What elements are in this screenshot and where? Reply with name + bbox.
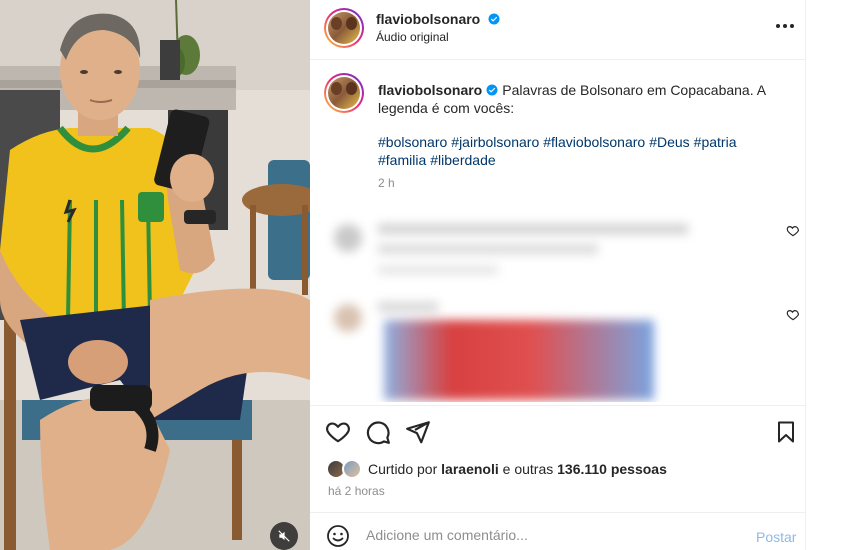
share-icon xyxy=(406,421,430,444)
post-comment-button[interactable]: Postar xyxy=(756,529,796,545)
bookmark-icon xyxy=(778,421,794,443)
post-actions-bar xyxy=(310,410,806,454)
heart-icon xyxy=(326,422,350,443)
comment-like-heart-icon[interactable] xyxy=(786,308,800,322)
hashtag-list: #bolsonaro #jairbolsonaro #flaviobolsonaro… xyxy=(378,133,790,169)
hashtag-link[interactable]: #flaviobolsonaro xyxy=(543,134,645,150)
author-avatar[interactable] xyxy=(324,8,364,48)
more-options-icon xyxy=(776,24,794,28)
video-frame-illustration xyxy=(0,0,310,550)
hashtag-link[interactable]: #patria xyxy=(694,134,737,150)
comment-avatar xyxy=(334,304,362,332)
post-header: flaviobolsonaro Áudio original xyxy=(310,0,806,60)
caption-author-avatar[interactable] xyxy=(324,73,364,113)
caption-timestamp[interactable]: 2 h xyxy=(378,176,395,190)
hashtag-link[interactable]: #bolsonaro xyxy=(378,134,447,150)
caption-text-block: flaviobolsonaro Palavras de Bolsonaro em… xyxy=(378,81,790,117)
muted-speaker-icon xyxy=(278,530,290,542)
comment-avatar xyxy=(334,224,362,252)
post-details-panel: flaviobolsonaro Áudio original flaviobol… xyxy=(310,0,806,550)
comment-image-redacted xyxy=(384,320,654,400)
hashtag-link[interactable]: #familia xyxy=(378,152,426,168)
divider xyxy=(310,405,806,406)
comment-like-heart-icon[interactable] xyxy=(786,224,800,238)
mute-toggle-button[interactable] xyxy=(270,522,298,550)
share-button[interactable] xyxy=(404,418,432,446)
save-button[interactable] xyxy=(772,418,800,446)
comment-text-redacted xyxy=(378,244,598,254)
likes-summary: Curtido por laraenoli e outras 136.110 p… xyxy=(326,459,667,479)
verified-badge-icon xyxy=(488,13,500,25)
hashtag-link[interactable]: #liberdade xyxy=(430,152,495,168)
liked-by-user[interactable]: laraenoli xyxy=(441,461,499,477)
likes-count[interactable]: 136.110 pessoas xyxy=(557,461,667,477)
hashtag-link[interactable]: #jairbolsonaro xyxy=(451,134,539,150)
liker-avatars[interactable] xyxy=(326,459,364,479)
instagram-post-screenshot: flaviobolsonaro Áudio original flaviobol… xyxy=(0,0,860,550)
comment-icon xyxy=(366,421,390,445)
more-options-button[interactable] xyxy=(772,16,798,36)
liked-by-connector: e outras xyxy=(502,461,554,477)
author-name-row: flaviobolsonaro xyxy=(376,11,500,29)
comments-list-blurred xyxy=(318,204,748,402)
liked-by-prefix: Curtido por xyxy=(368,461,438,477)
like-button[interactable] xyxy=(324,418,352,446)
post-timestamp[interactable]: há 2 horas xyxy=(328,484,385,498)
audio-label[interactable]: Áudio original xyxy=(376,30,449,44)
comment-input[interactable] xyxy=(366,527,736,543)
comment-meta-redacted xyxy=(378,266,498,274)
add-comment-bar: Postar xyxy=(310,513,806,550)
caption-username[interactable]: flaviobolsonaro xyxy=(378,82,482,98)
author-username[interactable]: flaviobolsonaro xyxy=(376,11,480,27)
verified-badge-icon xyxy=(486,84,498,96)
hashtag-link[interactable]: #Deus xyxy=(649,134,689,150)
comment-button[interactable] xyxy=(364,418,392,446)
emoji-icon[interactable] xyxy=(326,524,350,548)
post-video[interactable] xyxy=(0,0,310,550)
comment-text-redacted xyxy=(378,224,688,234)
comment-text-redacted xyxy=(378,302,438,312)
